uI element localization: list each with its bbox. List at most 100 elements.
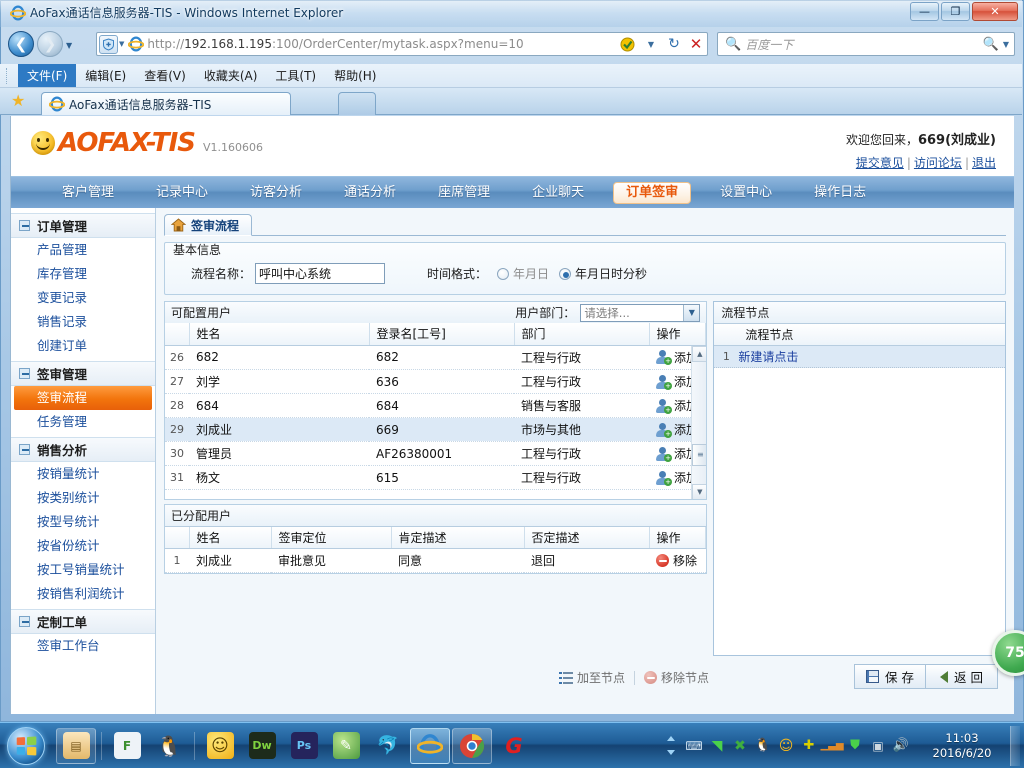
sidebar-item-product-management[interactable]: 产品管理 [11,238,155,262]
new-tab-button[interactable] [338,92,376,115]
col-login[interactable]: 登录名[工号] [369,323,515,346]
network-error-icon[interactable]: ▣ [867,736,889,756]
table-row[interactable]: 26 682 682 工程与行政 +添加 [165,345,692,370]
cell-action[interactable]: +添加 [649,369,692,394]
feedback-link[interactable]: 提交意见 [856,156,904,170]
sidebar-item-sales-records[interactable]: 销售记录 [11,310,155,334]
forum-link[interactable]: 访问论坛 [914,156,962,170]
taskbar-foxmail[interactable]: F [107,728,147,764]
wifi-icon[interactable]: ◥ [706,736,728,756]
sidebar-group-approval-management[interactable]: 签审管理 [11,361,155,386]
taskbar-navicat[interactable]: 🐬 [368,728,408,764]
taskbar-photoshop[interactable]: Ps [284,728,324,764]
search-submit-icon[interactable]: 🔍 [983,37,999,52]
sidebar-item-task-management[interactable]: 任务管理 [11,410,155,434]
nav-item-settings[interactable]: 设置中心 [699,177,793,209]
browser-search-box[interactable]: 🔍 百度一下 🔍 ▼ [717,32,1015,56]
menu-help[interactable]: 帮助(H) [325,64,385,87]
menu-tools[interactable]: 工具(T) [266,64,325,87]
remove-node-button[interactable]: 移除节点 [644,669,709,686]
sidebar-item-create-order[interactable]: 创建订单 [11,334,155,358]
table-row[interactable]: 28 684 684 销售与客服 +添加 [165,393,692,418]
taskbar-chrome[interactable] [452,727,492,764]
sidebar-item-by-sales-volume[interactable]: 按销量统计 [11,462,155,486]
minimize-button[interactable]: — [910,2,939,21]
sidebar-item-approval-flow[interactable]: 签审流程 [14,386,152,410]
taskbar-file-explorer[interactable]: ▤ [56,727,96,764]
flow-name-input[interactable] [255,263,386,284]
scroll-down-icon[interactable]: ▼ [692,483,707,499]
cell-action[interactable]: +添加 [649,441,692,466]
browser-tab[interactable]: AoFax通话信息服务器-TIS [41,92,291,115]
provider-caret-icon[interactable]: ▼ [639,33,663,55]
refresh-button[interactable]: ↻ [663,33,685,55]
cell-action[interactable]: +添加 [649,465,692,490]
table-row[interactable]: 29 刘成业 669 市场与其他 +添加 [165,417,692,442]
sidebar-group-order-management[interactable]: 订单管理 [11,213,155,238]
add-label[interactable]: 添加 [674,421,691,438]
keyboard-icon[interactable]: ⌨ [683,736,705,756]
flow-node-row[interactable]: 1 新建请点击 [714,346,1005,368]
menu-edit[interactable]: 编辑(E) [76,64,135,87]
cell-action[interactable]: +添加 [649,345,692,370]
collapse-minus-icon[interactable] [19,368,30,379]
sidebar-item-approval-workbench[interactable]: 签审工作台 [11,634,155,658]
nav-item-seat-management[interactable]: 座席管理 [417,177,511,209]
maximize-button[interactable]: ❐ [941,2,970,21]
url-text[interactable]: http://192.168.1.195:100/OrderCenter/myt… [147,37,615,51]
taskbar-aofax[interactable]: ☺ [200,728,240,764]
menu-view[interactable]: 查看(V) [135,64,195,87]
menu-favorites[interactable]: 收藏夹(A) [195,64,267,87]
sidebar-item-by-employee-sales[interactable]: 按工号销量统计 [11,558,155,582]
chevron-down-icon[interactable]: ▼ [683,304,700,321]
taskbar-qq[interactable]: 🐧 [149,728,189,764]
smiley-tray-icon[interactable]: ☺ [775,736,797,756]
cell-action[interactable]: +添加 [649,417,692,442]
table-row[interactable]: 27 刘学 636 工程与行政 +添加 [165,369,692,394]
volume-icon[interactable]: 🔊 [890,736,912,756]
menu-file[interactable]: 文件(F) [18,64,77,87]
search-caret-icon[interactable]: ▼ [1003,40,1009,49]
add-label[interactable]: 添加 [674,469,691,486]
nav-item-customer[interactable]: 客户管理 [41,177,135,209]
add-label[interactable]: 添加 [674,445,691,462]
sidebar-item-by-sales-profit[interactable]: 按销售利润统计 [11,582,155,606]
sidebar-item-by-model[interactable]: 按型号统计 [11,510,155,534]
save-button[interactable]: 保 存 [854,664,926,689]
scroll-up-icon[interactable]: ▲ [692,345,707,362]
department-select[interactable]: 请选择... ▼ [580,303,701,322]
add-label[interactable]: 添加 [674,397,691,414]
taskbar-clock[interactable]: 11:03 2016/6/20 [919,731,1005,761]
nav-item-order-approval[interactable]: 订单签审 [613,181,692,204]
xunlei-icon[interactable]: ✖ [729,736,751,756]
table-row[interactable]: 31 杨文 615 工程与行政 +添加 [165,465,692,490]
radio-date-time[interactable]: 年月日时分秒 [559,265,647,282]
sidebar-group-sales-analysis[interactable]: 销售分析 [11,437,155,462]
show-desktop-button[interactable] [1010,725,1020,766]
address-bar[interactable]: ▼ http://192.168.1.195:100/OrderCenter/m… [96,32,708,56]
cell-action[interactable]: +添加 [649,393,692,418]
nav-item-enterprise-chat[interactable]: 企业聊天 [511,177,605,209]
scrollbar-thumb[interactable]: ≡ [692,443,707,466]
search-provider-icon[interactable] [615,33,639,55]
favorites-star-icon[interactable]: ★ [11,93,25,109]
shield-caret-icon[interactable]: ▼ [119,40,124,48]
col-name[interactable]: 姓名 [189,323,370,346]
close-button[interactable]: ✕ [972,2,1018,21]
stop-button[interactable]: ✕ [685,33,707,55]
remove-label[interactable]: 移除 [673,552,697,569]
plus-tray-icon[interactable]: ✚ [798,736,820,756]
qq-tray-icon[interactable]: 🐧 [752,736,774,756]
history-dropdown-icon[interactable]: ▼ [66,41,72,50]
compatibility-shield-icon[interactable] [99,34,118,54]
taskbar-gg[interactable]: G [494,728,534,764]
nav-item-visitor-analysis[interactable]: 访客分析 [229,177,323,209]
sidebar-item-by-province[interactable]: 按省份统计 [11,534,155,558]
taskbar-youdao-note[interactable]: ✎ [326,728,366,764]
radio-button-icon[interactable] [497,267,510,280]
add-to-node-button[interactable]: 加至节点 [559,669,625,686]
security-shield-icon[interactable]: ⛊ [844,736,866,756]
logout-link[interactable]: 退出 [972,156,996,170]
vertical-scrollbar[interactable]: ▲ ≡ ▼ [691,345,707,499]
sidebar-item-inventory-management[interactable]: 库存管理 [11,262,155,286]
